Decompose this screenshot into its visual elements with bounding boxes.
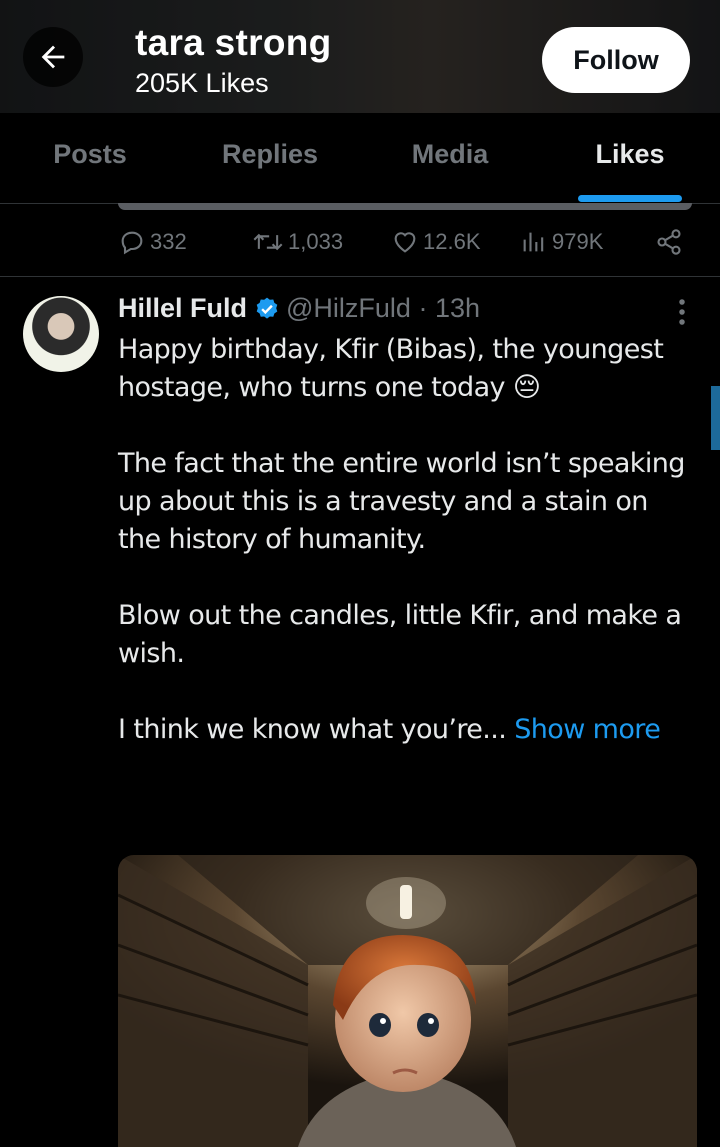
reply-button[interactable]: 332 (118, 228, 187, 256)
views-count: 979K (552, 229, 604, 254)
views-icon (523, 232, 544, 252)
author-handle-time[interactable]: @HilzFuld · 13h (286, 293, 480, 324)
profile-tabs: Posts Replies Media Likes (0, 113, 720, 204)
tweet-paragraph: The fact that the entire world isn’t spe… (118, 448, 685, 555)
follow-button[interactable]: Follow (542, 27, 690, 93)
tab-likes[interactable]: Likes (540, 113, 720, 203)
like-count: 12.6K (423, 229, 481, 254)
share-button[interactable] (655, 228, 687, 256)
more-options-icon[interactable] (672, 297, 692, 327)
profile-name: tara strong (135, 22, 332, 63)
scrollbar[interactable] (711, 386, 720, 450)
tab-media-label: Media (411, 138, 489, 169)
tweet-header: Hillel Fuld @HilzFuld · 13h (118, 293, 480, 324)
arrow-left-icon (41, 45, 65, 69)
likes-count: 205K Likes (135, 68, 269, 98)
tweet-paragraph: Blow out the candles, little Kfir, and m… (118, 600, 682, 669)
tab-posts-label: Posts (53, 138, 127, 169)
author-name[interactable]: Hillel Fuld (118, 293, 247, 324)
active-tab-indicator (578, 195, 682, 202)
reply-icon (121, 231, 143, 255)
truncated-text: I think we know what you’re... (118, 714, 507, 745)
share-icon (657, 229, 681, 255)
tunnel-child-illustration (118, 855, 697, 1147)
like-icon (394, 232, 416, 253)
reply-count: 332 (150, 229, 187, 254)
previous-post-actions: 332 1,033 12.6K 979K (0, 214, 720, 277)
repost-button[interactable]: 1,033 (252, 228, 343, 256)
tweet-paragraph-truncated: I think we know what you’re... Show more (118, 711, 698, 749)
like-button[interactable]: 12.6K (391, 228, 481, 256)
verified-badge-icon (256, 297, 278, 319)
tweet-media-image[interactable] (118, 855, 697, 1147)
tab-media[interactable]: Media (360, 113, 540, 203)
tab-posts[interactable]: Posts (0, 113, 180, 203)
profile-title-block: tara strong 205K Likes (135, 22, 332, 99)
repost-icon (253, 233, 283, 251)
avatar[interactable] (23, 296, 99, 372)
show-more-link[interactable]: Show more (514, 714, 661, 745)
back-button[interactable] (23, 27, 83, 87)
previous-post-image[interactable] (118, 203, 692, 210)
tab-replies-label: Replies (221, 138, 319, 169)
tweet-paragraph: Happy birthday, Kfir (Bibas), the younge… (118, 334, 664, 403)
views-button[interactable]: 979K (520, 228, 603, 256)
tab-likes-label: Likes (595, 138, 665, 169)
repost-count: 1,033 (288, 229, 344, 254)
tab-replies[interactable]: Replies (180, 113, 360, 203)
tweet-text: Happy birthday, Kfir (Bibas), the younge… (118, 331, 698, 787)
profile-header: tara strong 205K Likes Follow (0, 0, 720, 113)
